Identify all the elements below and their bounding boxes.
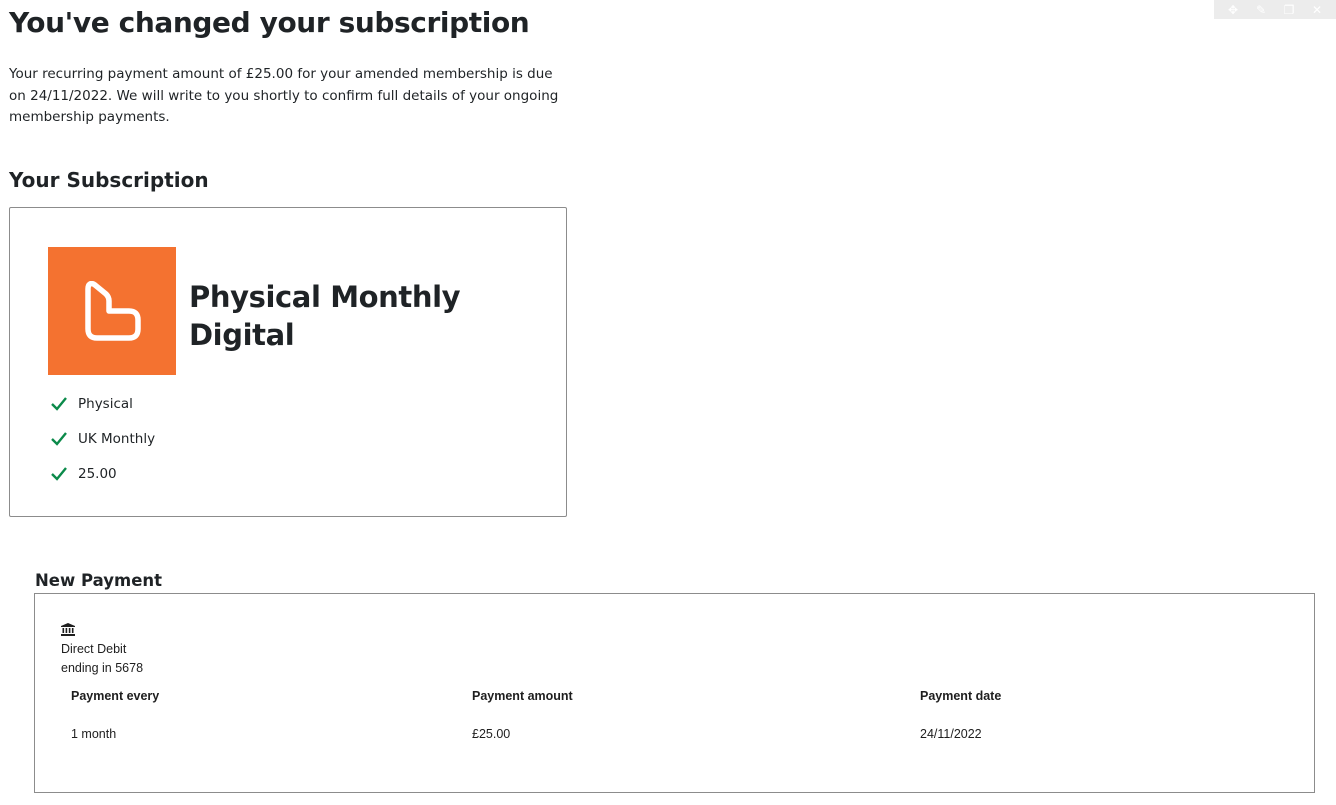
subscription-card: Physical Monthly Digital Physical UK Mon…	[9, 207, 567, 517]
feature-label: Physical	[78, 395, 133, 412]
subscription-heading: Your Subscription	[9, 168, 209, 192]
payment-date-label: Payment date	[920, 689, 1002, 703]
product-name: Physical Monthly Digital	[189, 280, 461, 352]
move-icon[interactable]: ✥	[1224, 4, 1242, 16]
brand-logo-icon	[85, 281, 141, 341]
check-icon	[51, 431, 67, 446]
feature-item: Physical	[50, 386, 155, 421]
payment-every-value: 1 month	[71, 727, 117, 741]
feature-list: Physical UK Monthly 25.00	[50, 386, 155, 491]
page-title: You've changed your subscription	[9, 6, 530, 39]
intro-text: Your recurring payment amount of £25.00 …	[9, 66, 559, 125]
bank-icon	[61, 623, 75, 636]
payment-card: Direct Debit ending in 5678 Payment ever…	[34, 593, 1315, 793]
payment-every-label: Payment every	[71, 689, 160, 703]
edit-icon[interactable]: ✎	[1252, 4, 1270, 16]
payment-date-value: 24/11/2022	[920, 727, 982, 741]
payment-amount-label: Payment amount	[472, 689, 573, 703]
product-logo	[48, 247, 176, 375]
payment-amount-value: £25.00	[472, 727, 511, 741]
check-icon	[51, 466, 67, 481]
duplicate-icon[interactable]: ❐	[1280, 4, 1298, 16]
close-icon[interactable]: ✕	[1308, 4, 1326, 16]
editor-toolbar: ✥ ✎ ❐ ✕	[1214, 0, 1336, 19]
feature-label: 25.00	[78, 465, 117, 482]
account-ending: ending in 5678	[61, 661, 144, 675]
feature-label: UK Monthly	[78, 430, 156, 447]
payment-method-name: Direct Debit	[61, 642, 127, 656]
check-icon	[51, 396, 67, 411]
feature-item: UK Monthly	[50, 421, 155, 456]
new-payment-heading: New Payment	[35, 571, 163, 590]
feature-item: 25.00	[50, 456, 155, 491]
payment-method: Direct Debit ending in 5678	[61, 640, 143, 678]
